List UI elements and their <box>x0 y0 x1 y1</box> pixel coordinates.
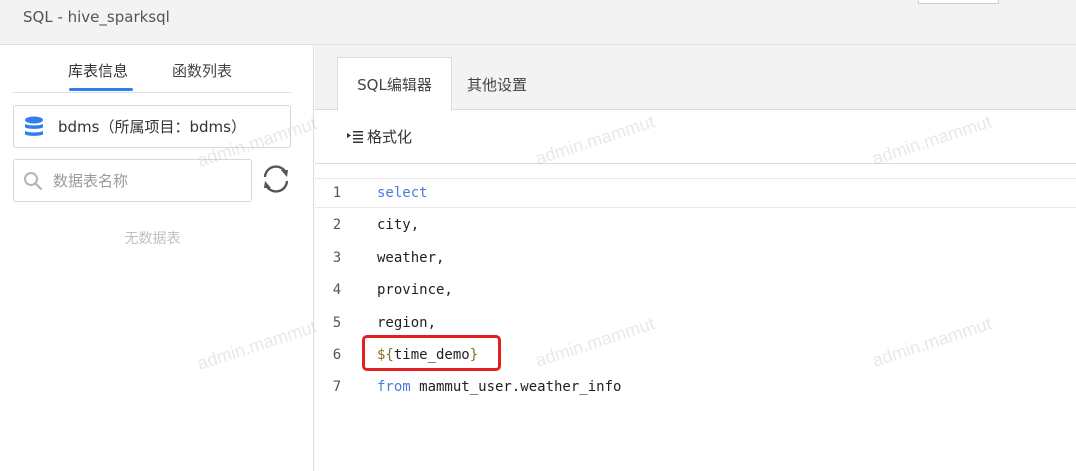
line-number: 3 <box>332 250 342 266</box>
line-number: 5 <box>332 315 342 331</box>
format-label: 格式化 <box>367 128 413 146</box>
search-icon <box>23 171 43 191</box>
line-number: 1 <box>332 185 342 201</box>
code-line: 3 weather, <box>315 243 1076 273</box>
database-selector[interactable]: bdms（所属项目：bdms） <box>13 105 291 148</box>
code-line: 4 province, <box>315 275 1076 305</box>
annotation-highlight-box <box>362 335 501 371</box>
database-icon <box>24 116 44 138</box>
left-tabs: 库表信息 函数列表 <box>12 45 292 93</box>
editor-tabs: SQL编辑器 其他设置 <box>315 45 1076 111</box>
window-title: SQL - hive_sparksql <box>23 8 170 26</box>
line-number: 7 <box>332 379 342 395</box>
tab-other-settings-label: 其他设置 <box>467 75 528 94</box>
line-number: 6 <box>332 347 342 363</box>
code-keyword: from <box>377 379 411 395</box>
line-number: 4 <box>332 282 342 298</box>
format-icon <box>347 130 363 144</box>
code-text: select <box>377 185 428 201</box>
code-text: region, <box>377 315 437 331</box>
code-text: city, <box>377 217 420 233</box>
refresh-icon[interactable] <box>259 162 293 196</box>
tab-function-list[interactable]: 函数列表 <box>172 60 232 81</box>
code-identifier: mammut_user.weather_info <box>410 379 622 395</box>
title-bar: SQL - hive_sparksql <box>0 0 1076 45</box>
code-line: 1 select <box>315 178 1076 208</box>
table-search-input[interactable] <box>51 170 235 191</box>
tab-sql-editor[interactable]: SQL编辑器 <box>337 57 452 111</box>
code-text: from mammut_user.weather_info <box>377 379 621 395</box>
line-number: 2 <box>332 217 342 233</box>
tab-sql-editor-label: SQL编辑器 <box>357 76 432 94</box>
code-text: province, <box>377 282 453 298</box>
tab-table-info[interactable]: 库表信息 <box>68 60 128 81</box>
code-line: 2 city, <box>315 210 1076 240</box>
right-panel: SQL编辑器 其他设置 格式化 1 select 2 city, 3 weath… <box>315 45 1076 471</box>
table-search-box <box>13 159 252 202</box>
empty-table-message: 无数据表 <box>124 231 181 247</box>
editor-toolbar: 格式化 <box>315 110 1076 164</box>
code-line: 5 region, <box>315 308 1076 338</box>
code-text: weather, <box>377 250 445 266</box>
tab-other-settings[interactable]: 其他设置 <box>467 57 527 111</box>
format-button[interactable]: 格式化 <box>347 126 412 147</box>
code-line: 7 from mammut_user.weather_info <box>315 372 1076 402</box>
active-tab-indicator <box>69 88 133 91</box>
sql-code-editor[interactable]: 1 select 2 city, 3 weather, 4 province, … <box>315 178 1076 471</box>
top-right-button[interactable] <box>918 0 999 4</box>
database-label: bdms（所属项目：bdms） <box>58 118 246 136</box>
left-panel: 库表信息 函数列表 bdms（所属项目：bdms） 数据表名称 无数据表 <box>0 45 314 471</box>
